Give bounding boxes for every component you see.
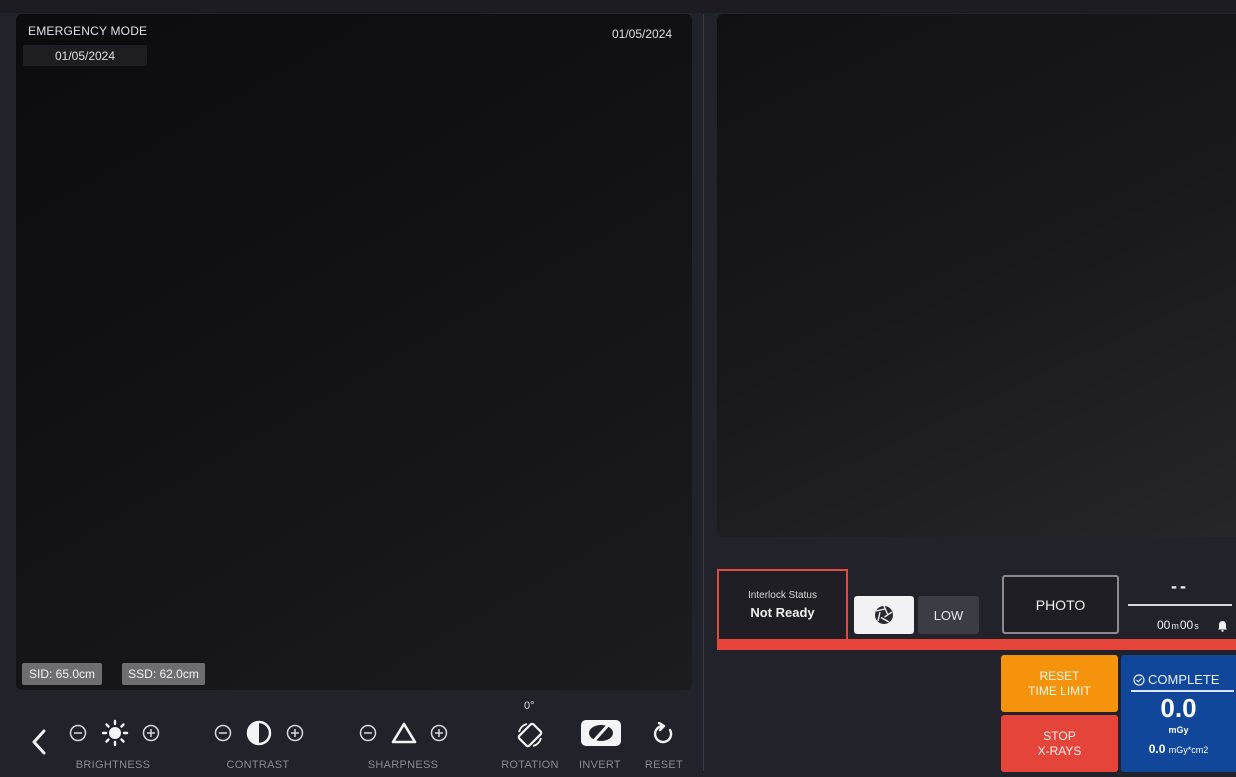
reset-limit-line1: RESET: [1039, 668, 1080, 683]
contrast-decrease-icon[interactable]: [213, 723, 233, 743]
aperture-icon: [874, 605, 894, 625]
date-label-right: 01/05/2024: [612, 27, 673, 41]
status-bar: [717, 639, 1236, 650]
top-strip: [0, 0, 1236, 13]
ssd-badge: SSD: 62.0cm: [122, 663, 205, 685]
check-circle-icon: [1133, 673, 1145, 686]
complete-label: COMPLETE: [1148, 672, 1220, 687]
reset-icon[interactable]: [650, 721, 676, 747]
contrast-label: CONTRAST: [226, 759, 290, 771]
dose-unit: mGy: [1168, 725, 1189, 735]
image-viewport-secondary[interactable]: [717, 14, 1236, 537]
shutter-button[interactable]: [854, 596, 914, 634]
half-circle-icon: [245, 719, 273, 747]
dose-level-button[interactable]: LOW: [918, 596, 979, 634]
bell-icon[interactable]: [1216, 619, 1228, 632]
complete-status: COMPLETE: [1133, 672, 1220, 687]
dose-divider: [1128, 604, 1232, 606]
stop-line2: X-RAYS: [1037, 743, 1082, 758]
dap-value: 0.0: [1148, 742, 1166, 756]
sid-badge: SID: 65.0cm: [22, 663, 102, 685]
sharpness-decrease-icon[interactable]: [358, 723, 378, 743]
timer-minutes: 00: [1157, 618, 1171, 632]
dap-unit: mGy*cm2: [1168, 745, 1209, 755]
dose-placeholder: --: [1171, 576, 1189, 596]
rotation-label: ROTATION: [501, 759, 559, 771]
timer-seconds-unit: s: [1194, 621, 1199, 631]
stop-xrays-button[interactable]: STOP X-RAYS: [1001, 715, 1118, 772]
reset-limit-line2: TIME LIMIT: [1028, 683, 1091, 698]
rotation-value: 0°: [524, 700, 535, 712]
mode-label: EMERGENCY MODE: [28, 24, 148, 38]
photo-button[interactable]: PHOTO: [1002, 575, 1119, 634]
sun-icon: [100, 718, 130, 748]
triangle-icon: [390, 719, 418, 747]
chevron-left-icon[interactable]: [28, 728, 50, 756]
sharpness-label: SHARPNESS: [367, 759, 439, 771]
interlock-status-title: Interlock Status: [748, 590, 817, 601]
stop-line1: STOP: [1043, 728, 1076, 743]
reset-time-limit-button[interactable]: RESET TIME LIMIT: [1001, 655, 1118, 712]
sharpness-increase-icon[interactable]: [429, 723, 449, 743]
dap-readout: 0.0 mGy*cm2: [1121, 742, 1236, 756]
dose-value: 0.0: [1160, 693, 1197, 723]
dose-panel: COMPLETE 0.0 mGy 0.0 mGy*cm2: [1121, 655, 1236, 772]
timer-seconds: 00: [1179, 618, 1194, 632]
timer-minutes-unit: m: [1171, 621, 1179, 631]
brightness-decrease-icon[interactable]: [68, 723, 88, 743]
date-badge-left: 01/05/2024: [23, 45, 147, 66]
image-viewport-main[interactable]: [16, 14, 692, 690]
rotate-icon[interactable]: [514, 719, 546, 751]
interlock-status: Interlock Status Not Ready: [717, 569, 848, 639]
interlock-status-value: Not Ready: [750, 605, 815, 620]
exposure-timer: 00m00s: [1157, 618, 1200, 632]
brightness-increase-icon[interactable]: [141, 723, 161, 743]
brightness-label: BRIGHTNESS: [75, 759, 151, 771]
reset-label: RESET: [644, 759, 684, 771]
panel-divider: [703, 14, 704, 771]
contrast-increase-icon[interactable]: [285, 723, 305, 743]
invert-label: INVERT: [579, 759, 621, 771]
invert-icon[interactable]: [578, 717, 624, 749]
dose-panel-divider: [1131, 690, 1234, 692]
